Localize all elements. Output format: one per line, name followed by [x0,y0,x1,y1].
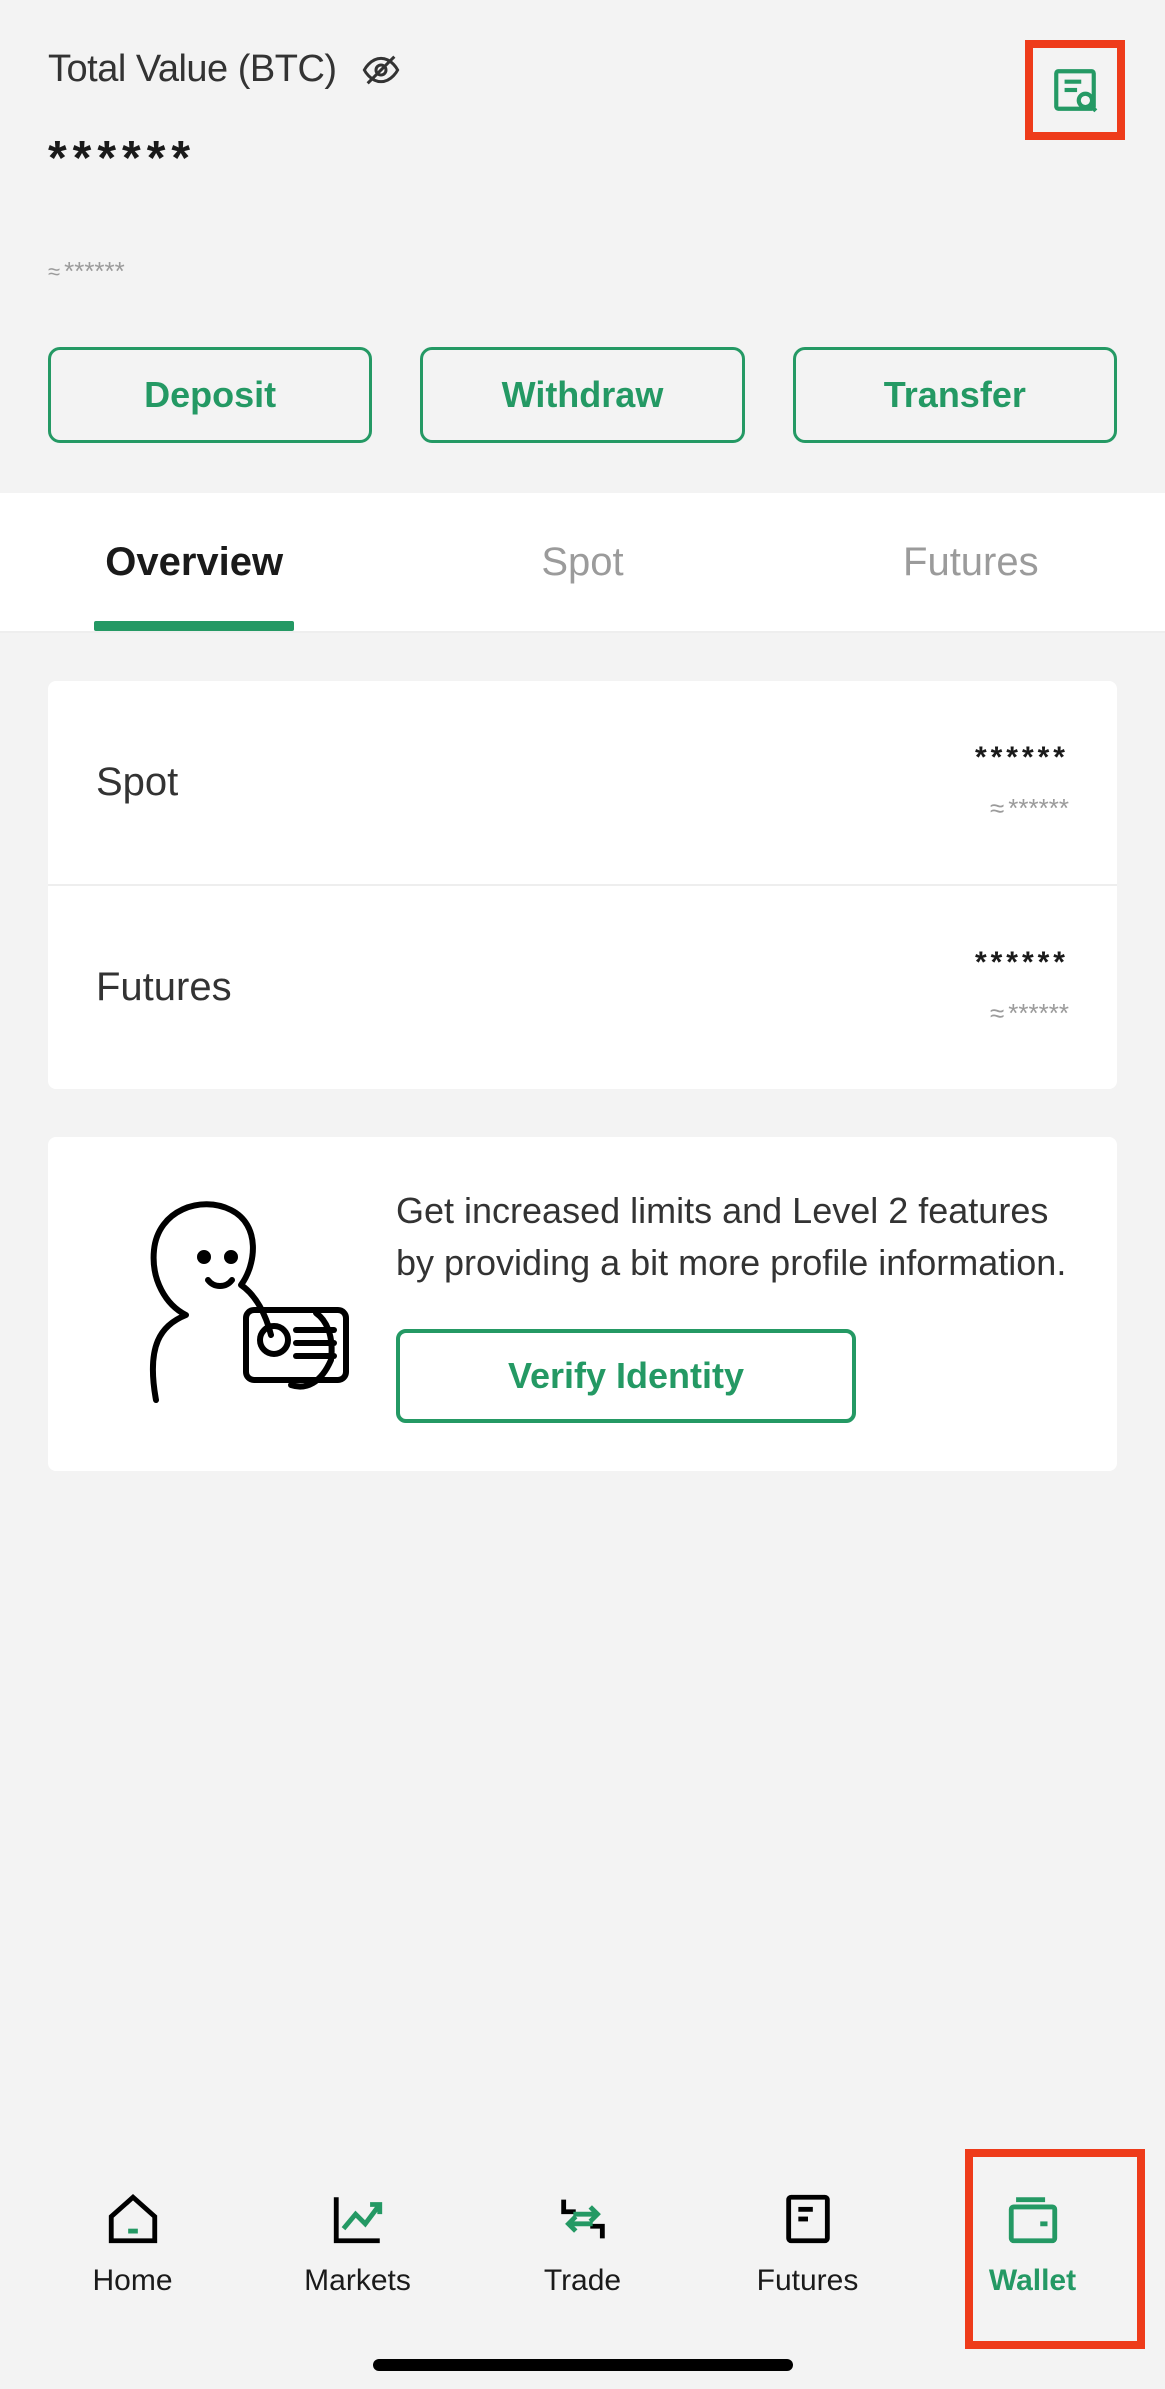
trade-icon [554,2190,612,2248]
verify-illustration-icon [96,1185,356,1405]
verify-content: Get increased limits and Level 2 feature… [396,1185,1069,1423]
deposit-button[interactable]: Deposit [48,347,372,443]
approx-icon: ≈ [990,793,1004,824]
approx-icon: ≈ [990,998,1004,1029]
nav-futures-label: Futures [757,2264,859,2298]
tab-futures[interactable]: Futures [777,493,1165,631]
nav-markets-label: Markets [304,2264,411,2298]
verify-identity-button[interactable]: Verify Identity [396,1329,856,1423]
futures-row-values: ****** ≈ ****** [975,946,1069,1029]
action-buttons-row: Deposit Withdraw Transfer [0,287,1165,493]
approx-value-row: ≈ ****** [48,256,1117,287]
tab-overview[interactable]: Overview [0,493,388,631]
hide-balance-icon[interactable] [361,50,401,90]
wallet-icon [1004,2190,1062,2248]
home-icon [104,2190,162,2248]
nav-trade-label: Trade [544,2264,621,2298]
wallet-screen: Total Value (BTC) ****** ≈ ****** [0,0,1165,2389]
withdraw-button[interactable]: Withdraw [420,347,744,443]
nav-home-label: Home [92,2264,172,2298]
transaction-history-button[interactable] [1025,40,1125,140]
total-value-amount: ****** [48,131,1117,186]
verify-identity-card: Get increased limits and Level 2 feature… [48,1137,1117,1471]
spot-row-main: ****** [975,741,1069,775]
futures-row-label: Futures [96,965,232,1010]
approx-value: ****** [64,256,125,287]
home-indicator [373,2359,793,2371]
spot-row-values: ****** ≈ ****** [975,741,1069,824]
futures-balance-row[interactable]: Futures ****** ≈ ****** [48,884,1117,1089]
futures-icon [779,2190,837,2248]
nav-markets[interactable]: Markets [283,2190,433,2298]
verify-text: Get increased limits and Level 2 feature… [396,1185,1069,1289]
nav-home[interactable]: Home [58,2190,208,2298]
approx-icon: ≈ [48,259,60,285]
nav-futures[interactable]: Futures [733,2190,883,2298]
total-value-label: Total Value (BTC) [48,48,337,91]
total-value-row: Total Value (BTC) [48,48,1117,91]
spot-row-sub: ≈ ****** [975,793,1069,824]
bottom-nav: Home Markets [0,2129,1165,2389]
nav-wallet[interactable]: Wallet [958,2190,1108,2298]
markets-icon [329,2190,387,2248]
futures-row-main: ****** [975,946,1069,980]
nav-trade[interactable]: Trade [508,2190,658,2298]
wallet-tabs: Overview Spot Futures [0,493,1165,633]
tab-spot[interactable]: Spot [388,493,776,631]
nav-wallet-label: Wallet [989,2264,1076,2298]
spot-balance-row[interactable]: Spot ****** ≈ ****** [48,681,1117,884]
spot-row-label: Spot [96,760,178,805]
balance-header: Total Value (BTC) ****** ≈ ****** [0,0,1165,287]
balances-card: Spot ****** ≈ ****** Futures ****** ≈ **… [48,681,1117,1089]
futures-row-sub: ≈ ****** [975,998,1069,1029]
transfer-button[interactable]: Transfer [793,347,1117,443]
